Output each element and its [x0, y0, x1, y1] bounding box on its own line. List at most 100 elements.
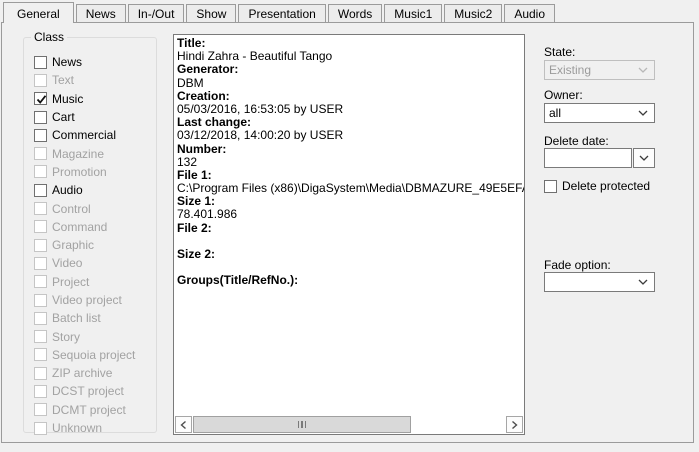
details-line: File 1: [177, 169, 524, 182]
checkbox-label: Cart [52, 110, 75, 124]
class-checkbox-row: Text [34, 71, 154, 89]
checkbox[interactable] [34, 129, 47, 142]
class-checkbox-row: Magazine [34, 144, 154, 162]
scrollbar-thumb[interactable] [193, 416, 411, 433]
chevron-left-icon [180, 420, 187, 430]
class-checkbox-row: Video [34, 254, 154, 272]
class-checkbox-row: Batch list [34, 309, 154, 327]
tab-page-general: Class News [1, 22, 694, 443]
details-line: 05/03/2016, 16:53:05 by USER [177, 103, 524, 116]
checkbox-label: Graphic [52, 238, 94, 252]
state-dropdown: Existing [544, 60, 655, 80]
tab[interactable]: Audio [504, 4, 555, 22]
details-text: Title: Hindi Zahra - Beautiful Tango Gen… [177, 37, 524, 288]
class-checkbox-row: Music [34, 90, 154, 108]
class-checkbox-row: Unknown [34, 419, 154, 437]
details-line: DBM [177, 77, 524, 90]
checkbox-label: Magazine [52, 147, 104, 161]
class-groupbox: Class News [23, 37, 157, 433]
chevron-down-icon [639, 155, 649, 161]
checkbox[interactable] [34, 239, 47, 252]
class-checkbox-row: Command [34, 218, 154, 236]
details-line: Groups(Title/RefNo.): [177, 274, 524, 287]
tab[interactable]: Music2 [444, 4, 502, 22]
class-checkbox-row: Story [34, 327, 154, 345]
checkbox-label: Sequoia project [52, 348, 135, 362]
checkbox[interactable] [34, 165, 47, 178]
checkbox[interactable] [34, 220, 47, 233]
chevron-right-icon [511, 420, 518, 430]
tab[interactable]: In-/Out [128, 4, 185, 22]
checkbox[interactable] [34, 294, 47, 307]
details-line [177, 235, 524, 248]
checkbox[interactable] [34, 312, 47, 325]
checkbox-label: Unknown [52, 421, 102, 435]
scroll-right-button[interactable] [506, 416, 523, 433]
class-checkbox-row: DCMT project [34, 401, 154, 419]
scroll-left-button[interactable] [175, 416, 192, 433]
checkbox-label: DCMT project [52, 403, 126, 417]
tab[interactable]: General [3, 2, 74, 23]
owner-label: Owner: [544, 88, 583, 102]
checkbox[interactable] [34, 74, 47, 87]
delete-date-combo [544, 148, 655, 168]
checkbox[interactable] [34, 111, 47, 124]
checkbox[interactable] [34, 275, 47, 288]
checkbox-label: Project [52, 275, 89, 289]
checkbox-label: Music [52, 92, 83, 106]
owner-dropdown[interactable]: all [544, 103, 655, 123]
class-checkbox-row: Commercial [34, 126, 154, 144]
checkbox[interactable] [34, 92, 47, 105]
details-line: Creation: [177, 90, 524, 103]
checkbox[interactable] [34, 147, 47, 160]
details-line [177, 261, 524, 274]
delete-protected-checkbox[interactable] [544, 180, 557, 193]
details-line: 03/12/2018, 14:00:20 by USER [177, 129, 524, 142]
checkbox[interactable] [34, 184, 47, 197]
class-checkbox-row: DCST project [34, 382, 154, 400]
fade-option-dropdown[interactable] [544, 272, 655, 292]
checkbox-label: Story [52, 330, 80, 344]
checkbox-label: Batch list [52, 311, 101, 325]
checkbox[interactable] [34, 330, 47, 343]
class-checkbox-row: Cart [34, 108, 154, 126]
checkbox[interactable] [34, 202, 47, 215]
checkbox[interactable] [34, 348, 47, 361]
checkbox[interactable] [34, 367, 47, 380]
horizontal-scrollbar [175, 416, 523, 433]
checkbox[interactable] [34, 257, 47, 270]
checkbox[interactable] [34, 403, 47, 416]
delete-date-dropdown-button[interactable] [633, 148, 655, 168]
details-line: 132 [177, 156, 524, 169]
details-line: Generator: [177, 63, 524, 76]
delete-protected-row: Delete protected [544, 179, 650, 193]
tab[interactable]: News [76, 4, 126, 22]
chevron-down-icon [638, 279, 648, 285]
state-value: Existing [549, 63, 591, 77]
class-checkbox-row: Promotion [34, 163, 154, 181]
tab[interactable]: Music1 [384, 4, 442, 22]
chevron-down-icon [638, 110, 648, 116]
scrollbar-track[interactable] [411, 416, 506, 433]
tab[interactable]: Words [328, 4, 382, 22]
checkbox[interactable] [34, 422, 47, 435]
delete-date-label: Delete date: [544, 134, 609, 148]
checkbox-label: Video [52, 256, 82, 270]
details-panel: Title: Hindi Zahra - Beautiful Tango Gen… [173, 34, 525, 435]
checkbox[interactable] [34, 56, 47, 69]
state-label: State: [544, 45, 575, 59]
checkbox[interactable] [34, 385, 47, 398]
check-icon [35, 93, 48, 106]
delete-date-field[interactable] [544, 148, 632, 168]
tab[interactable]: Show [186, 4, 236, 22]
details-line: Hindi Zahra - Beautiful Tango [177, 50, 524, 63]
chevron-down-icon [638, 67, 648, 73]
class-checkbox-row: Video project [34, 291, 154, 309]
class-checkbox-row: Graphic [34, 236, 154, 254]
details-line: Number: [177, 143, 524, 156]
checkbox-label: Command [52, 220, 107, 234]
delete-protected-label: Delete protected [562, 179, 650, 193]
details-line: 78.401.986 [177, 208, 524, 221]
class-checkbox-row: News [34, 53, 154, 71]
tab[interactable]: Presentation [238, 4, 325, 22]
